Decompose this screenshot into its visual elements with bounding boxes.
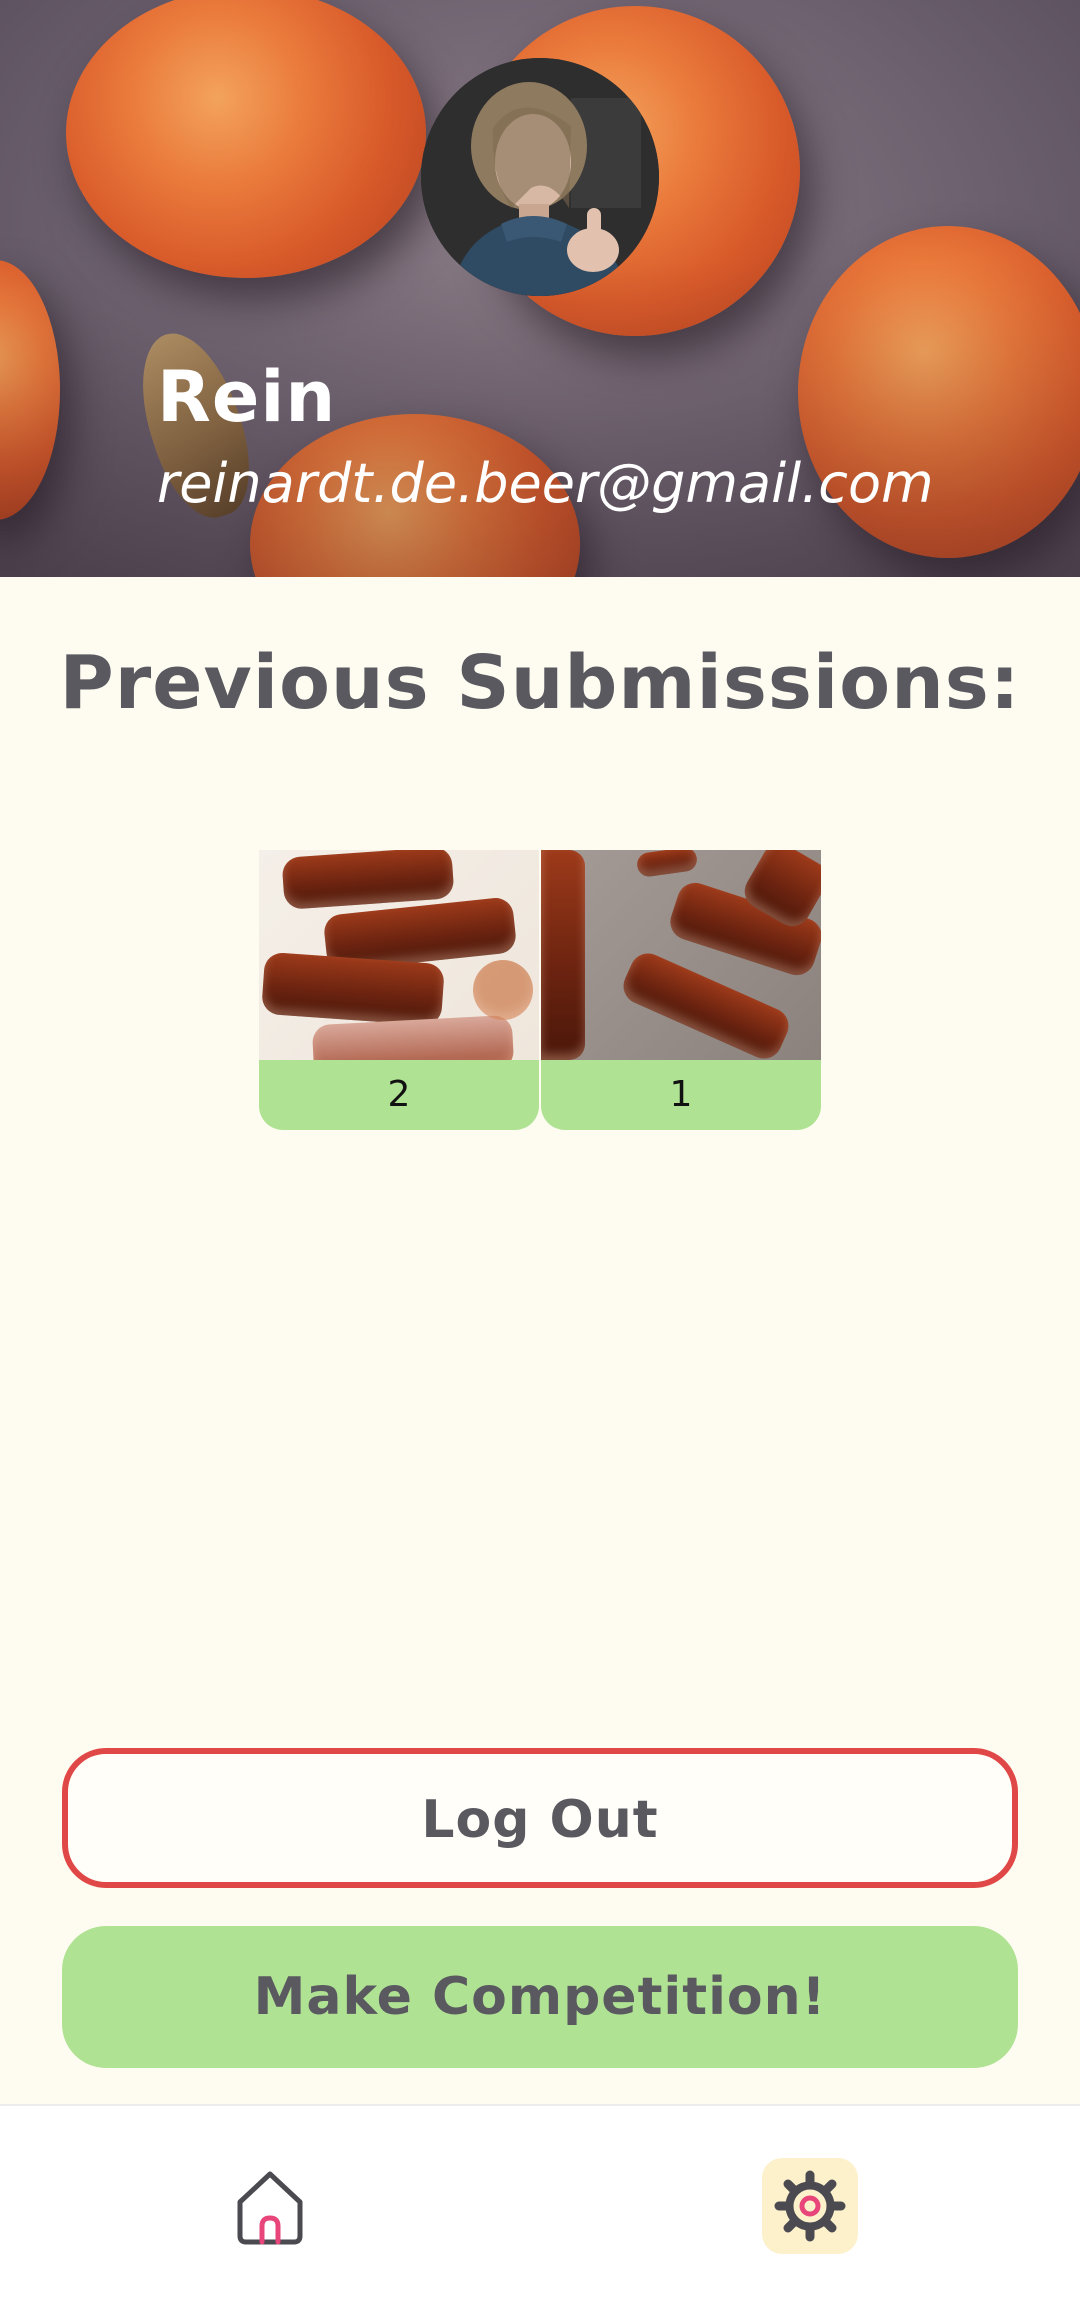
submission-photo (259, 850, 539, 1060)
submissions-list: 2 1 (259, 850, 821, 1130)
previous-submissions-title: Previous Submissions: (59, 640, 1021, 726)
make-competition-button[interactable]: Make Competition! (62, 1926, 1018, 2068)
bottom-nav (0, 2104, 1080, 2302)
profile-email: reinardt.de.beer@gmail.com (157, 452, 934, 515)
submission-label: 1 (669, 1074, 693, 1115)
logout-button[interactable]: Log Out (62, 1748, 1018, 1888)
user-photo (421, 58, 659, 296)
profile-header-banner: Rein reinardt.de.beer@gmail.com (0, 0, 1080, 577)
profile-name: Rein (157, 356, 337, 438)
submission-photo (541, 850, 821, 1060)
submission-card[interactable]: 1 (541, 850, 821, 1130)
profile-screen: Rein reinardt.de.beer@gmail.com Previous… (0, 0, 1080, 2302)
gear-icon (774, 2170, 846, 2242)
avatar[interactable] (421, 58, 659, 296)
home-icon (237, 2171, 303, 2245)
nav-settings[interactable] (762, 2158, 858, 2254)
submission-card[interactable]: 2 (259, 850, 539, 1130)
nav-home[interactable] (222, 2158, 318, 2254)
submission-label: 2 (387, 1074, 411, 1115)
